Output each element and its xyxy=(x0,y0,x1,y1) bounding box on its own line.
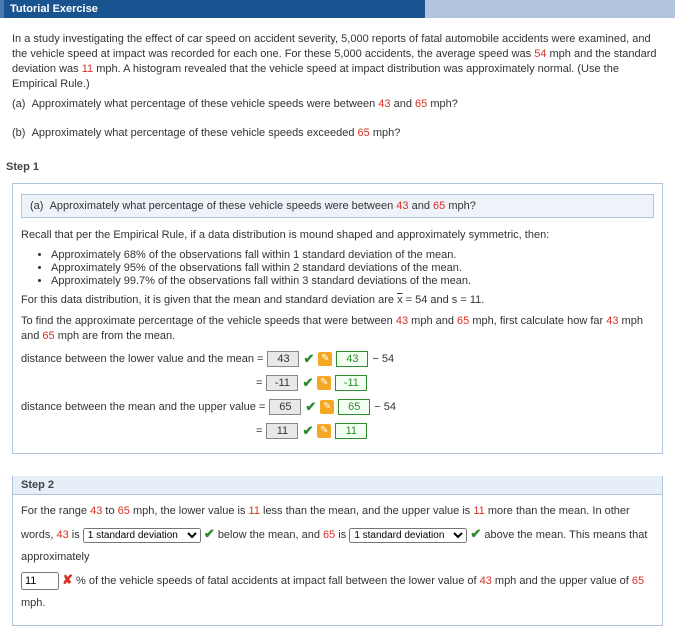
check-icon: ✔ xyxy=(303,351,314,367)
question-b: (b) Approximately what percentage of the… xyxy=(12,126,663,141)
step1-box: (a) Approximately what percentage of the… xyxy=(12,183,663,454)
qa-label: (a) xyxy=(12,98,25,110)
dist-upper-label: distance between the mean and the upper … xyxy=(21,401,265,413)
check-icon: ✔ xyxy=(302,375,313,391)
calc-row-upper-2: = 11 ✔ ✎ 11 xyxy=(21,423,654,439)
answer-cell[interactable]: 65 xyxy=(269,399,301,415)
recall-text: Recall that per the Empirical Rule, if a… xyxy=(21,228,654,243)
check-icon: ✔ xyxy=(302,423,313,439)
step1-label: Step 1 xyxy=(0,155,675,179)
minus-54: − 54 xyxy=(372,353,394,365)
std-dev-select-upper[interactable]: 1 standard deviation2 standard deviation… xyxy=(349,528,467,543)
intro-block: In a study investigating the effect of c… xyxy=(0,18,675,155)
check-icon: ✔ xyxy=(204,526,215,541)
percent-input[interactable] xyxy=(21,572,59,590)
tutorial-exercise-header: Tutorial Exercise xyxy=(0,0,675,18)
step2-box: Step 2 For the range 43 to 65 mph, the l… xyxy=(12,476,663,626)
empirical-rule-list: Approximately 68% of the observations fa… xyxy=(51,249,654,287)
calc-row-upper-1: distance between the mean and the upper … xyxy=(21,399,654,415)
intro-sd: 11 xyxy=(82,63,93,75)
hint-icon[interactable]: ✎ xyxy=(317,424,331,438)
step2-label: Step 2 xyxy=(13,476,662,495)
correct-cell: 65 xyxy=(338,399,370,415)
std-dev-select-lower[interactable]: 1 standard deviation2 standard deviation… xyxy=(83,528,201,543)
calc-row-lower-1: distance between the lower value and the… xyxy=(21,351,654,367)
correct-cell: -11 xyxy=(335,375,367,391)
hint-icon[interactable]: ✎ xyxy=(318,352,332,366)
dist-lower-label: distance between the lower value and the… xyxy=(21,353,263,365)
rule-997: Approximately 99.7% of the observations … xyxy=(51,275,654,287)
intro-text: In a study investigating the effect of c… xyxy=(12,32,663,91)
calc-row-lower-2: = -11 ✔ ✎ -11 xyxy=(21,375,654,391)
correct-cell: 11 xyxy=(335,423,367,439)
step2-text: For the range 43 to 65 mph, the lower va… xyxy=(21,501,654,613)
cross-icon: ✘ xyxy=(62,572,73,587)
hint-icon[interactable]: ✎ xyxy=(317,376,331,390)
hint-icon[interactable]: ✎ xyxy=(320,400,334,414)
equals: = xyxy=(256,377,262,389)
check-icon: ✔ xyxy=(470,526,481,541)
rule-68: Approximately 68% of the observations fa… xyxy=(51,249,654,261)
rule-95: Approximately 95% of the observations fa… xyxy=(51,262,654,274)
step1-subquestion: (a) Approximately what percentage of the… xyxy=(21,194,654,218)
header-title: Tutorial Exercise xyxy=(10,3,98,15)
question-a: (a) Approximately what percentage of the… xyxy=(12,97,663,112)
find-text: To find the approximate percentage of th… xyxy=(21,314,654,344)
answer-cell[interactable]: 11 xyxy=(266,423,298,439)
given-text: For this data distribution, it is given … xyxy=(21,293,654,308)
answer-cell[interactable]: 43 xyxy=(267,351,299,367)
intro-mean: 54 xyxy=(534,48,546,60)
minus-54: − 54 xyxy=(374,401,396,413)
equals: = xyxy=(256,425,262,437)
correct-cell: 43 xyxy=(336,351,368,367)
answer-cell[interactable]: -11 xyxy=(266,375,298,391)
check-icon: ✔ xyxy=(305,399,316,415)
qb-label: (b) xyxy=(12,127,25,139)
